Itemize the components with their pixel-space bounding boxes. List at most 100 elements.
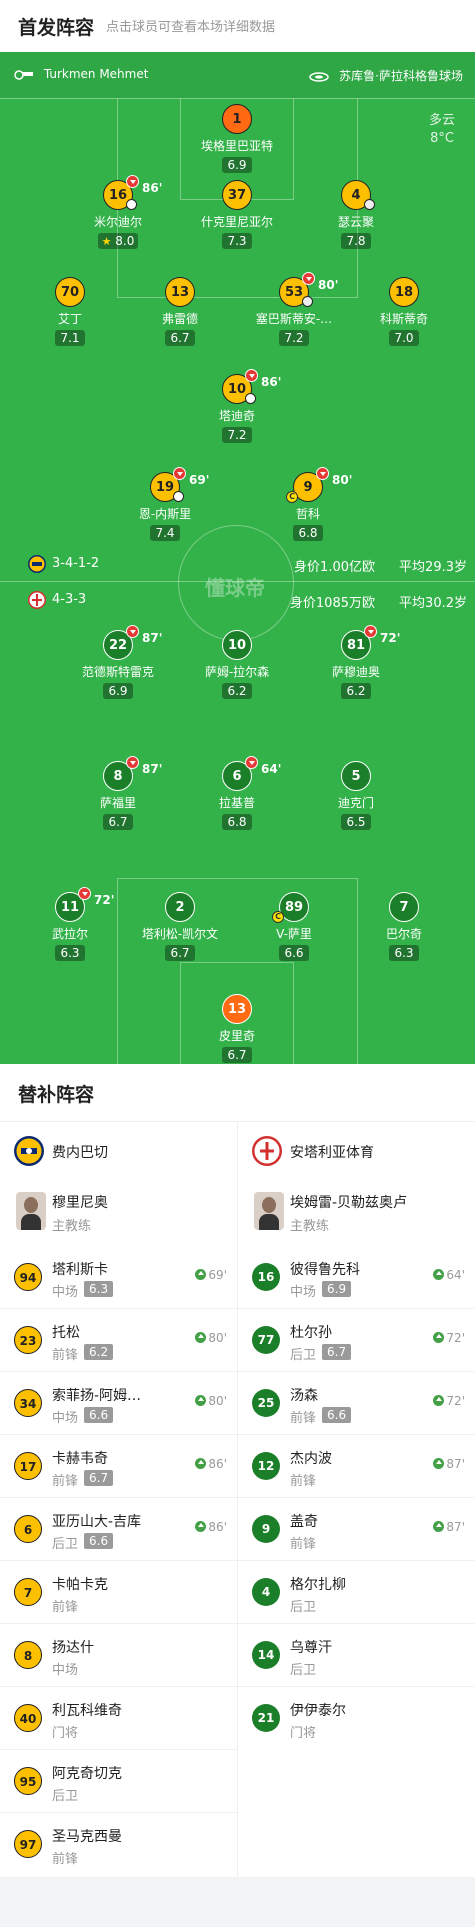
sub-player-row[interactable]: 40 利瓦科维奇 门将 xyxy=(0,1687,237,1750)
sub-player-position: 中场 xyxy=(52,1411,79,1426)
sub-player-row[interactable]: 7 卡帕卡克 前锋 xyxy=(0,1561,237,1624)
sub-player-row[interactable]: 25 汤森 前锋 6.6 72' xyxy=(238,1372,475,1435)
sub-player-name: 卡帕卡克 xyxy=(52,1577,108,1593)
home-player[interactable]: 10 86' 塔迪奇 7.2 xyxy=(182,369,292,443)
home-player[interactable]: 37 什克里尼亚尔 7.3 xyxy=(182,180,292,249)
home-player[interactable]: 1 埃格里巴亚特 6.9 xyxy=(182,104,292,173)
sub-player-number: 14 xyxy=(252,1641,280,1669)
away-team-head[interactable]: 安塔利亚体育 xyxy=(238,1122,475,1180)
player-rating: 7.1 xyxy=(55,330,85,346)
sub-player-row[interactable]: 8 扬达什 中场 xyxy=(0,1624,237,1687)
away-player[interactable]: 7 巴尔奇 6.3 xyxy=(349,892,459,961)
away-coach[interactable]: 埃姆雷-贝勒兹奥卢 主教练 xyxy=(238,1180,475,1246)
sub-player-number: 40 xyxy=(14,1704,42,1732)
home-player[interactable]: 16 86' 米尔迪尔 ★ 8.0 xyxy=(63,175,173,249)
home-player[interactable]: 13 弗雷德 6.7 xyxy=(125,277,235,346)
sub-out-icon xyxy=(126,756,139,769)
sub-player-row[interactable]: 4 格尔扎柳 后卫 xyxy=(238,1561,475,1624)
home-team-head[interactable]: 费内巴切 xyxy=(0,1122,237,1180)
sub-in-minute: 69' xyxy=(208,1268,227,1282)
away-player[interactable]: 13 皮里奇 6.7 xyxy=(182,994,292,1063)
player-number: 9 80' C xyxy=(286,467,352,503)
sub-player-row[interactable]: 16 彼得鲁先科 中场 6.9 64' xyxy=(238,1246,475,1309)
sub-player-name: 索菲扬-阿姆… xyxy=(52,1388,142,1404)
player-name: 科斯蒂奇 xyxy=(379,312,428,326)
subs-title: 替补阵容 xyxy=(18,1084,95,1106)
away-player[interactable]: 2 塔利松-凯尔文 6.7 xyxy=(125,892,235,961)
player-number: 70 xyxy=(55,277,85,307)
sub-player-row[interactable]: 94 塔利斯卡 中场 6.3 69' xyxy=(0,1246,237,1309)
sub-minute: 72' xyxy=(380,631,401,645)
player-number-text: 89 xyxy=(284,900,304,915)
player-name: 哲科 xyxy=(295,507,320,521)
sub-out-icon xyxy=(316,467,329,480)
home-coach[interactable]: 穆里尼奥 主教练 xyxy=(0,1180,237,1246)
sub-player-row[interactable]: 77 杜尔孙 后卫 6.7 72' xyxy=(238,1309,475,1372)
away-player[interactable]: 5 迪克门 6.5 xyxy=(301,761,411,830)
sub-in-icon xyxy=(433,1458,445,1469)
player-name: 萨姆-拉尔森 xyxy=(204,665,270,679)
player-number: 81 72' xyxy=(341,625,400,660)
sub-player-rating: 6.6 xyxy=(322,1407,352,1423)
lineup-subtitle: 点击球员可查看本场详细数据 xyxy=(106,20,276,35)
sub-in-icon xyxy=(433,1332,445,1343)
sub-player-row[interactable]: 95 阿克奇切克 后卫 xyxy=(0,1750,237,1813)
player-number-text: 22 xyxy=(108,638,128,653)
player-name: 拉基普 xyxy=(218,796,255,810)
sub-minute: 87' xyxy=(142,762,163,776)
player-name: 埃格里巴亚特 xyxy=(200,139,273,153)
subs-header: 替补阵容 xyxy=(0,1064,475,1122)
sub-player-row[interactable]: 12 杰内波 前锋 87' xyxy=(238,1435,475,1498)
away-player[interactable]: 89 C V-萨里 6.6 xyxy=(239,892,349,961)
home-player[interactable]: 70 艾丁 7.1 xyxy=(15,277,125,346)
sub-in-minute: 72' xyxy=(446,1331,465,1345)
sub-player-rating: 6.7 xyxy=(322,1344,352,1360)
sub-player-row[interactable]: 14 乌尊汗 后卫 xyxy=(238,1624,475,1687)
lineup-header: 首发阵容 点击球员可查看本场详细数据 xyxy=(0,0,475,52)
sub-player-number: 9 xyxy=(252,1515,280,1543)
away-player[interactable]: 10 萨姆-拉尔森 6.2 xyxy=(182,630,292,699)
player-number: 53 80' xyxy=(279,272,338,307)
player-rating: 6.2 xyxy=(341,683,371,699)
sub-player-position: 前锋 xyxy=(52,1852,79,1867)
away-player[interactable]: 6 64' 拉基普 6.8 xyxy=(182,756,292,830)
away-player[interactable]: 81 72' 萨穆迪奥 6.2 xyxy=(301,625,411,699)
sub-player-name: 盖奇 xyxy=(290,1514,318,1530)
goal-ball-icon xyxy=(173,491,184,502)
sub-player-number: 21 xyxy=(252,1704,280,1732)
pitch: Turkmen Mehmet 苏库鲁·萨拉科格鲁球场 多云 8°C 懂球帝 3-… xyxy=(0,52,475,1064)
player-number: 2 xyxy=(165,892,195,922)
sub-in-time: 86' xyxy=(195,1520,227,1534)
sub-player-row[interactable]: 9 盖奇 前锋 87' xyxy=(238,1498,475,1561)
away-player[interactable]: 8 87' 萨福里 6.7 xyxy=(63,756,173,830)
home-player[interactable]: 4 瑟云聚 7.8 xyxy=(301,180,411,249)
sub-player-row[interactable]: 34 索菲扬-阿姆… 中场 6.6 80' xyxy=(0,1372,237,1435)
sub-in-minute: 64' xyxy=(446,1268,465,1282)
sub-player-row[interactable]: 97 圣马克西曼 前锋 xyxy=(0,1813,237,1876)
home-player[interactable]: 53 80' 塞巴斯蒂安-… 7.2 xyxy=(239,272,349,346)
player-rating: 6.7 xyxy=(103,814,133,830)
sub-player-name: 圣马克西曼 xyxy=(52,1829,122,1845)
sub-player-position: 前锋 xyxy=(52,1600,79,1615)
player-rating: 6.2 xyxy=(222,683,252,699)
sub-player-row[interactable]: 21 伊伊泰尔 门将 xyxy=(238,1687,475,1750)
home-team-name: 费内巴切 xyxy=(52,1145,108,1161)
player-name: 巴尔奇 xyxy=(385,927,422,941)
weather-temperature: 8°C xyxy=(430,131,454,146)
away-player[interactable]: 11 72' 武拉尔 6.3 xyxy=(15,887,125,961)
sub-player-position: 前锋 xyxy=(290,1411,317,1426)
home-player[interactable]: 9 80' C 哲科 6.8 xyxy=(253,467,363,541)
referee-name: Turkmen Mehmet xyxy=(43,67,149,81)
sub-player-row[interactable]: 6 亚历山大-吉库 后卫 6.6 86' xyxy=(0,1498,237,1561)
sub-player-row[interactable]: 17 卡赫韦奇 前锋 6.7 86' xyxy=(0,1435,237,1498)
sub-minute: 72' xyxy=(94,893,115,907)
sub-in-icon xyxy=(195,1395,207,1406)
player-number: 5 xyxy=(341,761,371,791)
sub-player-row[interactable]: 23 托松 前锋 6.2 80' xyxy=(0,1309,237,1372)
home-player[interactable]: 18 科斯蒂奇 7.0 xyxy=(349,277,459,346)
home-player[interactable]: 19 69' 恩-内斯里 7.4 xyxy=(110,467,220,541)
player-rating: 7.3 xyxy=(222,233,252,249)
away-player[interactable]: 22 87' 范德斯特雷克 6.9 xyxy=(63,625,173,699)
sub-player-number: 95 xyxy=(14,1767,42,1795)
sub-in-icon xyxy=(195,1269,207,1280)
